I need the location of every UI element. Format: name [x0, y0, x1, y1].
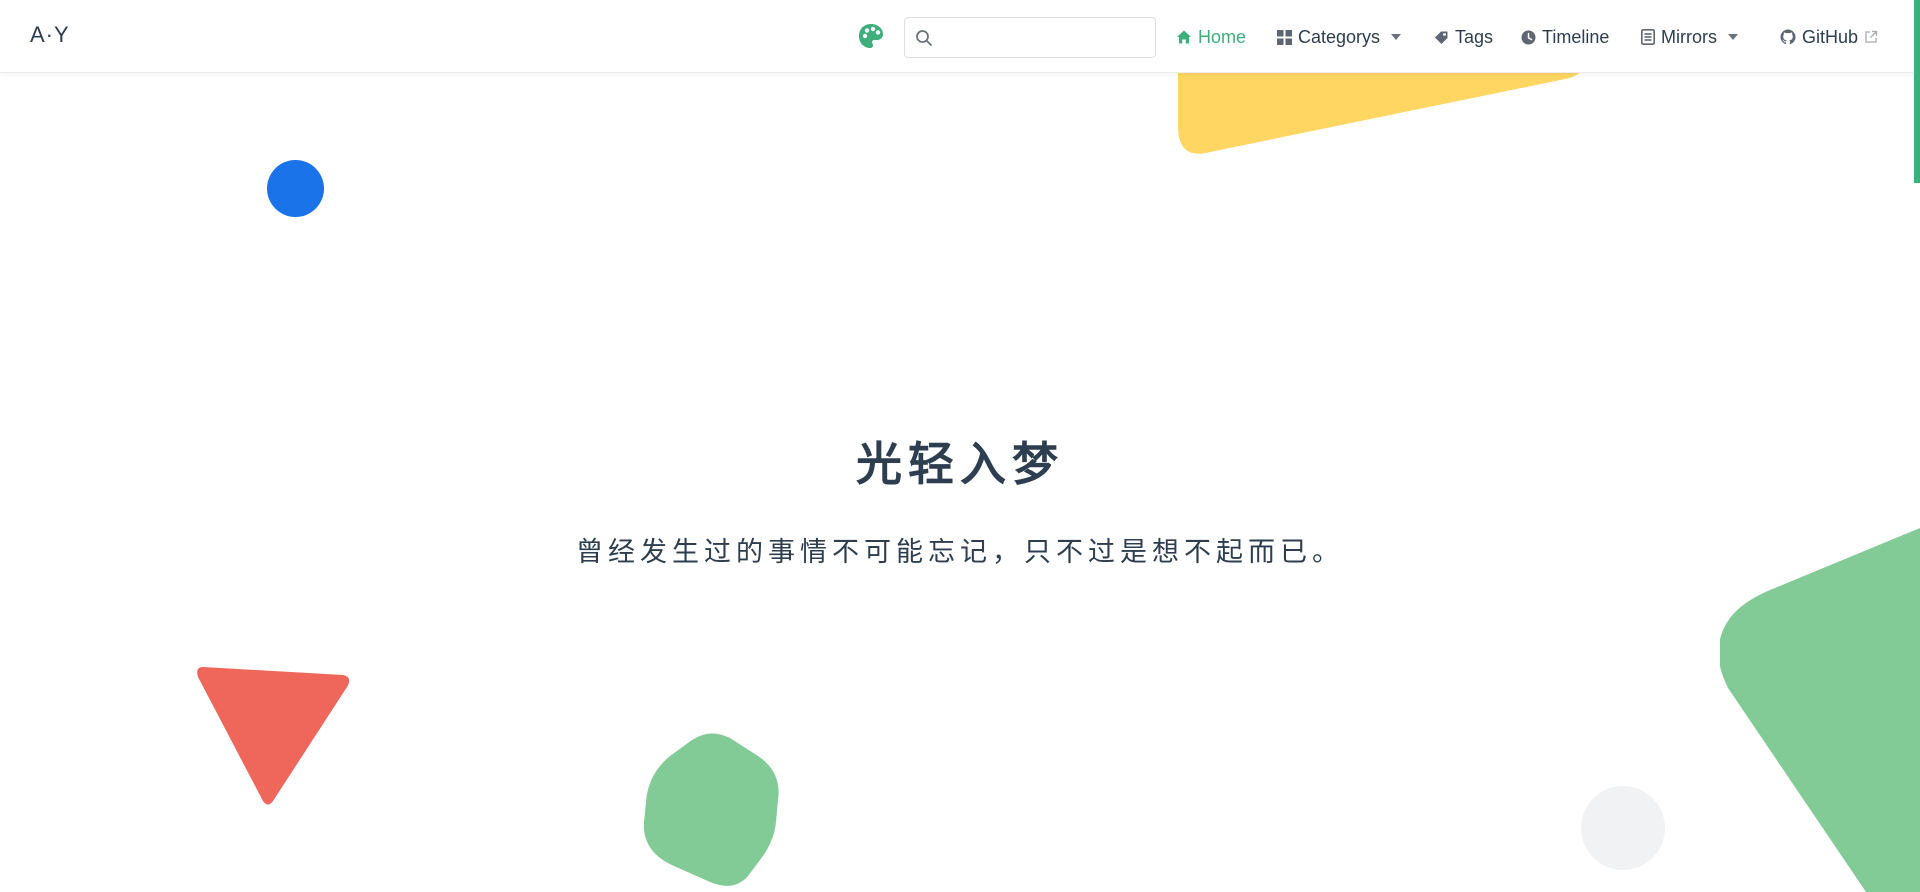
search-icon: [916, 30, 932, 46]
navbar: A·Y Home Categorys Tags Timeline Mirrors…: [0, 0, 1920, 73]
yellow-shape: [1178, 60, 1584, 154]
github-icon: [1780, 29, 1796, 45]
search-box: [904, 17, 1156, 58]
home-icon: [1177, 30, 1191, 44]
hero-title: 光轻入梦: [856, 437, 1064, 491]
nav-timeline[interactable]: Timeline: [1521, 24, 1609, 50]
nav-home[interactable]: Home: [1176, 24, 1246, 50]
hero-subtitle: 曾经发生过的事情不可能忘记，只不过是想不起而已。: [576, 537, 1344, 568]
nav-categories[interactable]: Categorys: [1277, 24, 1402, 50]
nav-github-label: GitHub: [1802, 26, 1859, 47]
external-link-icon: [1865, 30, 1878, 43]
nav-mirrors-label: Mirrors: [1661, 26, 1717, 47]
nav-github[interactable]: GitHub: [1780, 24, 1878, 50]
tag-icon: [1435, 31, 1448, 44]
green-large-shape: [1720, 528, 1920, 892]
clock-icon: [1521, 30, 1536, 44]
blue-circle: [267, 160, 324, 217]
green-blob: [643, 733, 779, 886]
gray-circle: [1581, 786, 1665, 870]
site-brand[interactable]: A·Y: [30, 22, 70, 48]
caret-down-icon: [1391, 34, 1402, 40]
grid-icon: [1277, 29, 1292, 45]
red-triangle: [197, 667, 350, 805]
caret-down-icon: [1728, 34, 1738, 40]
nav-home-label: Home: [1198, 26, 1247, 47]
nav-categories-label: Categorys: [1298, 26, 1381, 47]
palette-icon[interactable]: [858, 23, 884, 49]
nav-timeline-label: Timeline: [1542, 26, 1610, 47]
nav-tags[interactable]: Tags: [1434, 24, 1493, 50]
search-input[interactable]: [941, 24, 1146, 52]
nav-tags-label: Tags: [1455, 26, 1494, 47]
nav-mirrors[interactable]: Mirrors: [1641, 24, 1739, 50]
scroll-progress-indicator: [1914, 0, 1920, 183]
list-icon: [1641, 29, 1655, 45]
